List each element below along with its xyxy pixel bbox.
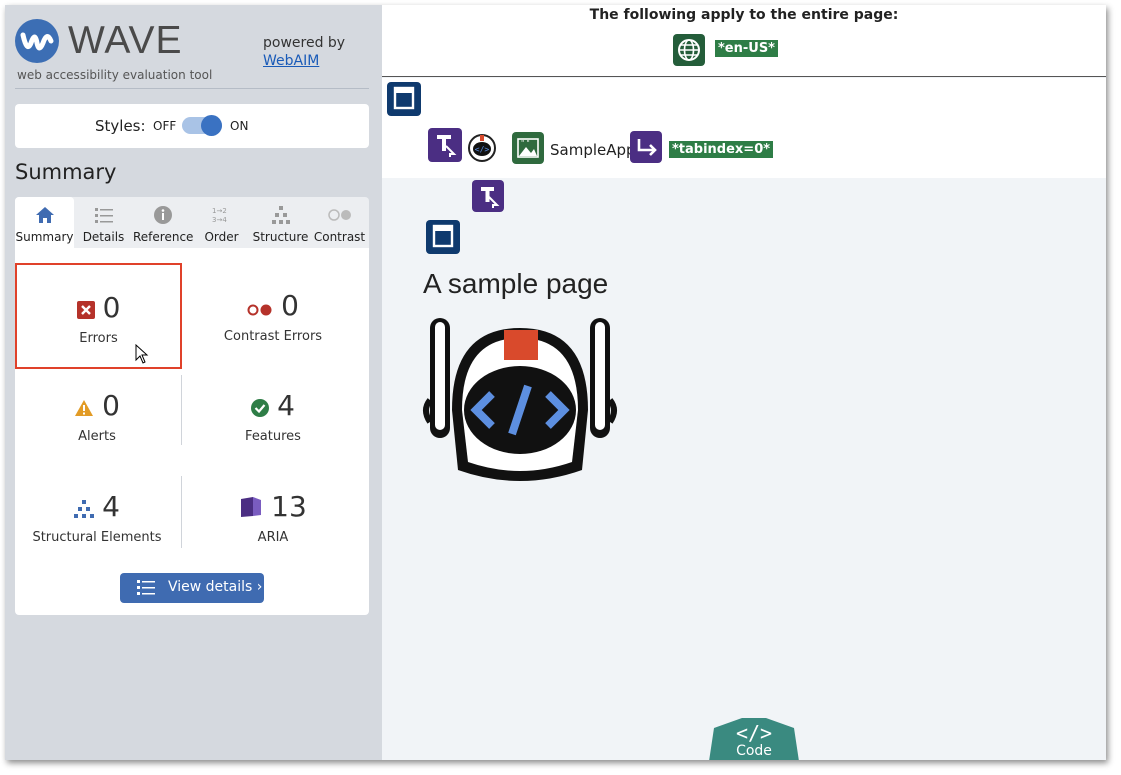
code-button-label: Code xyxy=(736,743,772,759)
header-region-icon[interactable] xyxy=(387,82,421,116)
tab-label: Reference xyxy=(133,230,194,244)
errors-label: Errors xyxy=(79,331,118,346)
tab-structure[interactable]: Structure xyxy=(251,197,310,248)
styles-on-label: ON xyxy=(230,119,249,133)
divider xyxy=(181,476,182,548)
aria-tabindex-icon[interactable] xyxy=(428,128,462,162)
divider xyxy=(15,88,369,89)
errors-count: 0 xyxy=(102,291,121,324)
svg-text:</>: </> xyxy=(475,145,490,154)
wave-logo-text: WAVE xyxy=(68,19,183,62)
view-details-button[interactable]: View details › xyxy=(120,573,264,603)
tab-details[interactable]: Details xyxy=(74,197,133,248)
language-globe-icon[interactable] xyxy=(673,34,705,66)
features-stat[interactable]: 4 Features xyxy=(191,363,355,467)
features-count: 4 xyxy=(277,389,295,422)
styles-toggle-knob[interactable] xyxy=(201,115,222,136)
styles-off-label: OFF xyxy=(153,119,177,133)
tabindex-arrow-icon[interactable] xyxy=(630,131,662,163)
styles-label: Styles: xyxy=(95,117,146,135)
info-icon xyxy=(153,205,173,225)
alerts-stat[interactable]: 0 Alerts xyxy=(15,363,179,467)
aria-count: 13 xyxy=(271,490,307,523)
order-icon: 1→2 3→4 xyxy=(212,205,232,225)
home-icon xyxy=(35,205,55,225)
alert-icon xyxy=(74,391,94,424)
contrast-error-icon xyxy=(247,291,273,324)
error-icon xyxy=(76,293,95,326)
alt-text-image-icon[interactable]: " " xyxy=(512,132,544,164)
aria-stat[interactable]: 13 ARIA xyxy=(191,464,355,568)
view-details-label: View details › xyxy=(168,579,263,595)
robot-image-icon[interactable]: </> xyxy=(466,131,498,163)
summary-panel: 0 Errors 0 Contrast Errors 0 Alerts 4 Fe… xyxy=(15,248,369,615)
main-region-icon[interactable] xyxy=(426,220,460,254)
wave-sidebar: WAVE web accessibility evaluation tool p… xyxy=(5,5,382,760)
svg-text:1→2: 1→2 xyxy=(212,207,227,215)
language-tag[interactable]: *en-US* xyxy=(714,39,779,58)
page-level-notice-bar: The following apply to the entire page: … xyxy=(382,5,1106,77)
svg-text:3→4: 3→4 xyxy=(212,216,227,224)
aria-icon xyxy=(239,492,263,525)
panel-tabs: Summary Details Reference 1→23→4 Order xyxy=(15,197,369,248)
structural-label: Structural Elements xyxy=(32,530,162,545)
list-icon xyxy=(137,580,155,596)
structural-elements-stat[interactable]: 4 Structural Elements xyxy=(15,464,179,568)
tab-label: Details xyxy=(82,230,125,244)
features-label: Features xyxy=(245,429,301,444)
contrast-errors-count: 0 xyxy=(281,289,299,322)
divider xyxy=(181,375,182,445)
svg-text:" ": " " xyxy=(521,139,530,147)
summary-heading: Summary xyxy=(15,160,117,184)
tab-label: Order xyxy=(204,230,239,244)
structure-icon xyxy=(271,205,291,225)
contrast-errors-stat[interactable]: 0 Contrast Errors xyxy=(191,263,355,367)
contrast-icon xyxy=(327,205,351,225)
structure-icon xyxy=(74,492,95,525)
wave-tagline: web accessibility evaluation tool xyxy=(17,68,213,82)
contrast-errors-label: Contrast Errors xyxy=(223,329,323,344)
tabindex-tag[interactable]: *tabindex=0* xyxy=(668,140,775,159)
webaim-link[interactable]: WebAIM xyxy=(263,53,319,69)
tab-reference[interactable]: Reference xyxy=(133,197,194,248)
browser-viewport: WAVE web accessibility evaluation tool p… xyxy=(5,5,1106,760)
errors-stat[interactable]: 0 Errors xyxy=(15,263,182,369)
tab-label: Structure xyxy=(252,230,309,244)
tab-label: Summary xyxy=(15,230,74,244)
feature-check-icon xyxy=(251,391,270,424)
aria-label: ARIA xyxy=(257,530,289,545)
alerts-label: Alerts xyxy=(78,429,116,444)
evaluated-page: The following apply to the entire page: … xyxy=(382,5,1106,760)
tab-order[interactable]: 1→2 3→4 Order xyxy=(192,197,251,248)
svg-text:</>: </> xyxy=(736,721,772,745)
styles-toggle-box: Styles: OFF ON xyxy=(15,104,369,148)
tab-contrast[interactable]: Contrast xyxy=(310,197,369,248)
wave-logo-icon xyxy=(15,19,59,63)
tab-label: Contrast xyxy=(313,230,366,244)
astronaut-code-image xyxy=(422,310,618,492)
list-icon xyxy=(94,205,114,225)
structural-count: 4 xyxy=(102,490,120,523)
sample-app-link[interactable]: SampleApp xyxy=(550,141,636,159)
page-heading: A sample page xyxy=(423,268,609,299)
aria-tabindex-icon[interactable] xyxy=(472,180,504,212)
page-notice-text: The following apply to the entire page: xyxy=(589,7,899,23)
tab-summary[interactable]: Summary xyxy=(15,197,74,248)
powered-by-text: powered by xyxy=(263,35,346,51)
alerts-count: 0 xyxy=(102,389,120,422)
